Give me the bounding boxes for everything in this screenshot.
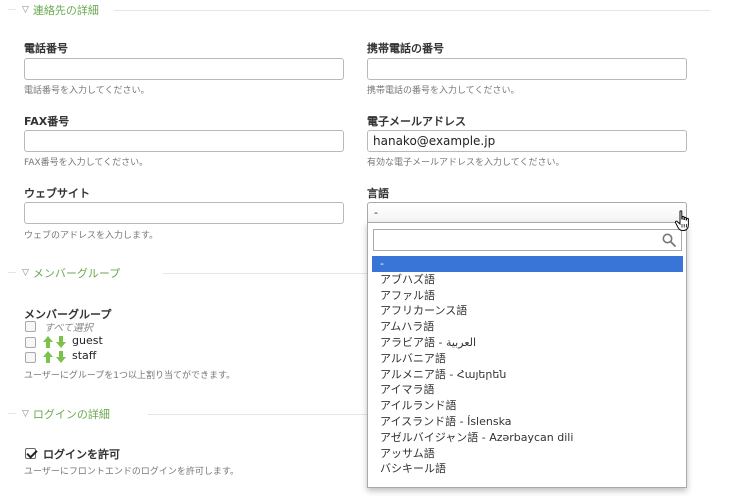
website-help: ウェブのアドレスを入力します。	[24, 231, 159, 241]
email-input[interactable]	[367, 130, 687, 152]
language-option[interactable]: -	[372, 256, 683, 272]
language-option[interactable]: アフリカーンス語	[372, 303, 683, 319]
language-option[interactable]: アブハズ語	[372, 272, 683, 288]
section-title: メンバーグループ	[32, 267, 121, 280]
phone-help: 電話番号を入力してください。	[24, 86, 150, 96]
fax-help: FAX番号を入力してください。	[24, 158, 149, 168]
group-checkbox-staff[interactable]	[25, 352, 36, 363]
group-label-guest: guest	[72, 334, 103, 347]
collapse-triangle-icon: ▽	[22, 268, 29, 278]
section-title: ログインの詳細	[32, 408, 110, 421]
group-label-staff: staff	[72, 349, 97, 362]
allow-login-label: ログインを許可	[43, 448, 120, 461]
email-help: 有効な電子メールアドレスを入力してください。	[367, 158, 565, 168]
allow-login-checkbox[interactable]	[25, 448, 36, 459]
language-option[interactable]: アムハラ語	[372, 319, 683, 335]
section-title: 連絡先の詳細	[32, 4, 99, 17]
language-option[interactable]: アラビア語 - العربية	[372, 335, 683, 351]
move-down-arrow-icon[interactable]	[56, 351, 66, 363]
move-up-arrow-icon[interactable]	[43, 351, 53, 363]
language-option[interactable]: アゼルバイジャン語 - Azərbaycan dili	[372, 430, 683, 446]
select-all-label: すべて選択	[44, 323, 93, 334]
language-select[interactable]: -	[367, 202, 687, 224]
section-legend-contact[interactable]: ▽ 連絡先の詳細	[22, 1, 99, 19]
language-dropdown-panel: - アブハズ語 アファル語 アフリカーンス語 アムハラ語 アラビア語 - العربية ア…	[367, 222, 687, 488]
phone-input[interactable]	[24, 58, 344, 80]
fax-input[interactable]	[24, 130, 344, 152]
fax-label: FAX番号	[24, 115, 70, 128]
select-all-checkbox[interactable]	[25, 321, 36, 332]
language-option[interactable]: バシキール語	[372, 461, 683, 477]
email-label: 電子メールアドレス	[367, 115, 466, 128]
allow-login-help: ユーザーにフロントエンドのログインを許可します。	[24, 467, 239, 477]
member-group-help: ユーザーにグループを1つ以上割り当てができます。	[24, 371, 236, 381]
search-icon	[662, 233, 676, 247]
move-down-arrow-icon[interactable]	[56, 336, 66, 348]
language-option[interactable]: アイマラ語	[372, 382, 683, 398]
collapse-triangle-icon: ▽	[22, 409, 29, 419]
language-option[interactable]: アイルランド語	[372, 398, 683, 414]
move-up-arrow-icon[interactable]	[43, 336, 53, 348]
mobile-label: 携帯電話の番号	[367, 42, 444, 55]
hand-pointer-cursor-icon	[674, 210, 689, 231]
mobile-help: 携帯電話の番号を入力してください。	[367, 86, 520, 96]
website-input[interactable]	[24, 202, 344, 224]
language-option[interactable]: アイスランド語 - Íslenska	[372, 414, 683, 430]
collapse-triangle-icon: ▽	[22, 5, 29, 15]
language-option[interactable]: アルバニア語	[372, 351, 683, 367]
group-checkbox-guest[interactable]	[25, 337, 36, 348]
website-label: ウェブサイト	[24, 187, 90, 200]
section-legend-member-group[interactable]: ▽ メンバーグループ	[22, 264, 120, 282]
language-option-list: - アブハズ語 アファル語 アフリカーンス語 アムハラ語 アラビア語 - العربية ア…	[372, 256, 683, 477]
language-label: 言語	[367, 187, 389, 200]
phone-label: 電話番号	[24, 42, 68, 55]
section-legend-login[interactable]: ▽ ログインの詳細	[22, 405, 110, 423]
dropdown-search-input[interactable]	[373, 229, 682, 251]
language-option[interactable]: アファル語	[372, 288, 683, 304]
language-selected-value: -	[374, 206, 378, 219]
language-option[interactable]: アルメニア語 - Հայերեն	[372, 367, 683, 383]
mobile-input[interactable]	[367, 58, 687, 80]
language-option[interactable]: アッサム語	[372, 446, 683, 462]
